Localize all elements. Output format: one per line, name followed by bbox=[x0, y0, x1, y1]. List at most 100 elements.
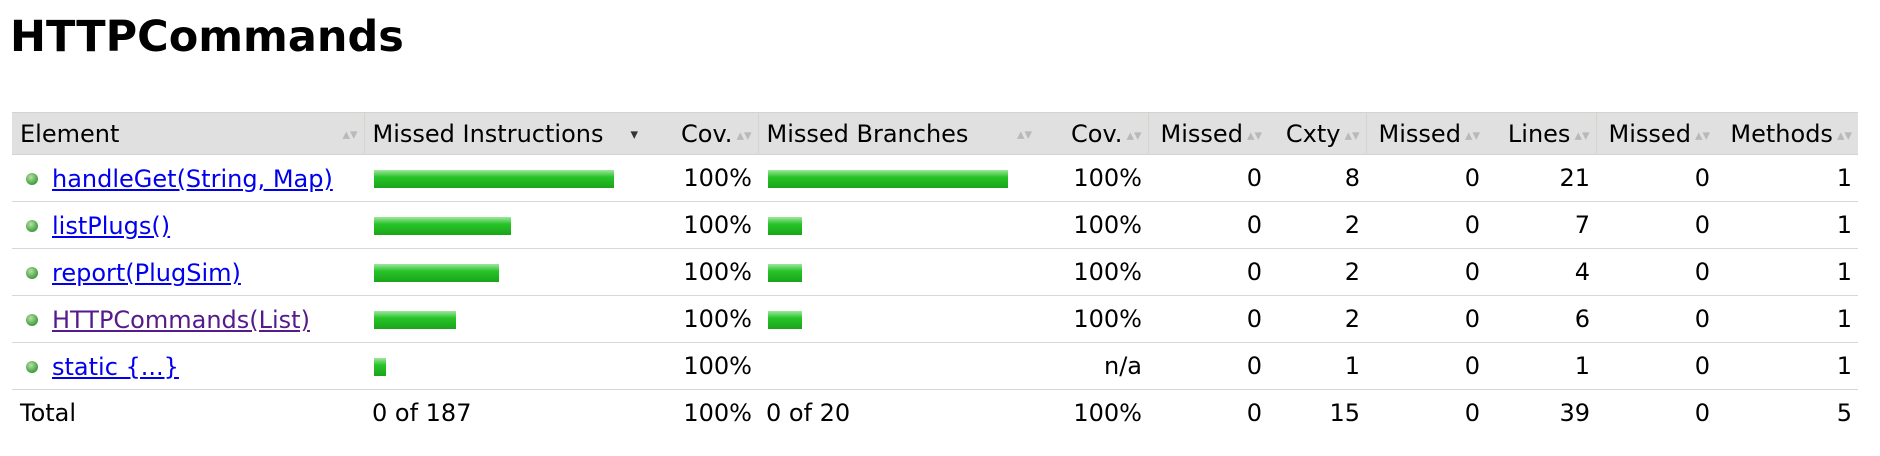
lines: 6 bbox=[1486, 295, 1596, 343]
col-header-cxty[interactable]: Cxty ▴▾ bbox=[1268, 112, 1366, 155]
instructions-bar bbox=[374, 264, 499, 282]
total-lines: 39 bbox=[1559, 399, 1590, 427]
method-link[interactable]: report(PlugSim) bbox=[52, 259, 241, 287]
element-cell: report(PlugSim) bbox=[12, 248, 364, 296]
methods: 1 bbox=[1716, 154, 1858, 202]
lines: 1 bbox=[1486, 342, 1596, 390]
sort-icon: ▴▾ bbox=[1016, 124, 1032, 143]
header-row: Element ▴▾ Missed Instructions ▾ Cov. ▴▾ … bbox=[12, 112, 1858, 155]
method-icon bbox=[26, 314, 38, 326]
total-label: Total bbox=[20, 399, 77, 427]
col-header-missed-cxty[interactable]: Missed ▴▾ bbox=[1147, 112, 1268, 155]
table-row: report(PlugSim) 100% 100% 0 2 0 4 0 1 bbox=[12, 248, 1858, 296]
col-header-lines-label: Lines bbox=[1507, 119, 1571, 148]
missed-methods: 0 bbox=[1596, 248, 1716, 296]
branches-bar-cell bbox=[758, 295, 1038, 343]
instructions-coverage: 100% bbox=[644, 342, 758, 390]
table-row: listPlugs() 100% 100% 0 2 0 7 0 1 bbox=[12, 201, 1858, 249]
col-header-branch-cov[interactable]: Cov. ▴▾ bbox=[1038, 112, 1148, 155]
instructions-coverage: 100% bbox=[644, 295, 758, 343]
col-header-cxty-label: Cxty bbox=[1285, 119, 1341, 148]
method-link[interactable]: listPlugs() bbox=[52, 212, 170, 240]
lines: 4 bbox=[1486, 248, 1596, 296]
sort-icon: ▴▾ bbox=[1836, 125, 1852, 144]
col-header-branch-cov-label: Cov. bbox=[1071, 119, 1123, 148]
cxty: 2 bbox=[1268, 248, 1366, 296]
method-link[interactable]: static {...} bbox=[52, 353, 179, 381]
sort-icon: ▴▾ bbox=[1246, 125, 1262, 144]
col-header-missed-lines[interactable]: Missed ▴▾ bbox=[1365, 112, 1486, 155]
element-cell: HTTPCommands(List) bbox=[12, 295, 364, 343]
method-link[interactable]: HTTPCommands(List) bbox=[52, 306, 310, 334]
missed-lines: 0 bbox=[1366, 154, 1486, 202]
total-branches-coverage: 100% bbox=[1073, 399, 1142, 427]
sort-icon: ▴▾ bbox=[1694, 125, 1710, 144]
methods: 1 bbox=[1716, 295, 1858, 343]
instructions-bar-cell bbox=[364, 295, 644, 343]
table-row: handleGet(String, Map) 100% 100% 0 8 0 2… bbox=[12, 154, 1858, 202]
branches-coverage: 100% bbox=[1038, 248, 1148, 296]
instructions-bar bbox=[374, 358, 386, 376]
instructions-bar-cell bbox=[364, 154, 644, 202]
branches-bar bbox=[768, 170, 1008, 188]
missed-cxty: 0 bbox=[1148, 154, 1268, 202]
branches-bar-cell bbox=[758, 248, 1038, 296]
instructions-coverage: 100% bbox=[644, 201, 758, 249]
col-header-missed-methods-label: Missed bbox=[1608, 119, 1691, 148]
coverage-table: Element ▴▾ Missed Instructions ▾ Cov. ▴▾ … bbox=[12, 112, 1858, 436]
col-header-missed-branches[interactable]: Missed Branches ▴▾ bbox=[757, 112, 1038, 155]
total-instructions-coverage: 100% bbox=[683, 399, 752, 427]
col-header-methods-label: Methods bbox=[1730, 119, 1833, 148]
method-link[interactable]: handleGet(String, Map) bbox=[52, 165, 333, 193]
instructions-bar-cell bbox=[364, 248, 644, 296]
method-icon bbox=[26, 361, 38, 373]
sort-icon: ▴▾ bbox=[342, 124, 358, 143]
col-header-instr-cov-label: Cov. bbox=[681, 119, 733, 148]
total-row: Total 0 of 187 100% 0 of 20 100% 0 15 0 … bbox=[12, 390, 1858, 437]
methods: 1 bbox=[1716, 342, 1858, 390]
missed-methods: 0 bbox=[1596, 342, 1716, 390]
total-cxty: 15 bbox=[1329, 399, 1360, 427]
branches-bar bbox=[768, 264, 802, 282]
sort-desc-icon: ▾ bbox=[630, 124, 638, 143]
lines: 21 bbox=[1486, 154, 1596, 202]
missed-lines: 0 bbox=[1366, 295, 1486, 343]
branches-bar bbox=[768, 311, 802, 329]
total-methods: 5 bbox=[1836, 399, 1852, 427]
missed-cxty: 0 bbox=[1148, 295, 1268, 343]
missed-cxty: 0 bbox=[1148, 342, 1268, 390]
col-header-element-label: Element bbox=[20, 119, 120, 148]
table-body: handleGet(String, Map) 100% 100% 0 8 0 2… bbox=[12, 154, 1858, 390]
sort-icon: ▴▾ bbox=[1574, 125, 1590, 144]
branches-coverage: 100% bbox=[1038, 201, 1148, 249]
col-header-missed-methods[interactable]: Missed ▴▾ bbox=[1595, 112, 1716, 155]
method-icon bbox=[26, 267, 38, 279]
sort-icon: ▴▾ bbox=[1344, 125, 1360, 144]
missed-cxty: 0 bbox=[1148, 248, 1268, 296]
instructions-bar bbox=[374, 170, 614, 188]
col-header-missed-instructions[interactable]: Missed Instructions ▾ bbox=[363, 112, 644, 155]
total-instructions: 0 of 187 bbox=[372, 399, 472, 427]
sort-icon: ▴▾ bbox=[736, 125, 752, 144]
col-header-element[interactable]: Element ▴▾ bbox=[12, 112, 364, 155]
instructions-coverage: 100% bbox=[644, 154, 758, 202]
missed-lines: 0 bbox=[1366, 342, 1486, 390]
col-header-missed-lines-label: Missed bbox=[1378, 119, 1461, 148]
element-cell: handleGet(String, Map) bbox=[12, 154, 364, 202]
col-header-lines[interactable]: Lines ▴▾ bbox=[1486, 112, 1596, 155]
col-header-methods[interactable]: Methods ▴▾ bbox=[1716, 112, 1858, 155]
sort-icon: ▴▾ bbox=[1464, 125, 1480, 144]
cxty: 2 bbox=[1268, 295, 1366, 343]
method-icon bbox=[26, 220, 38, 232]
page-title: HTTPCommands bbox=[10, 12, 404, 62]
branches-bar-cell bbox=[758, 201, 1038, 249]
instructions-bar bbox=[374, 217, 511, 235]
missed-lines: 0 bbox=[1366, 201, 1486, 249]
methods: 1 bbox=[1716, 248, 1858, 296]
col-header-missed-cxty-label: Missed bbox=[1160, 119, 1243, 148]
col-header-instr-cov[interactable]: Cov. ▴▾ bbox=[644, 112, 758, 155]
table-row: HTTPCommands(List) 100% 100% 0 2 0 6 0 1 bbox=[12, 295, 1858, 343]
element-cell: static {...} bbox=[12, 342, 364, 390]
total-missed-cxty: 0 bbox=[1246, 399, 1262, 427]
total-missed-lines: 0 bbox=[1464, 399, 1480, 427]
